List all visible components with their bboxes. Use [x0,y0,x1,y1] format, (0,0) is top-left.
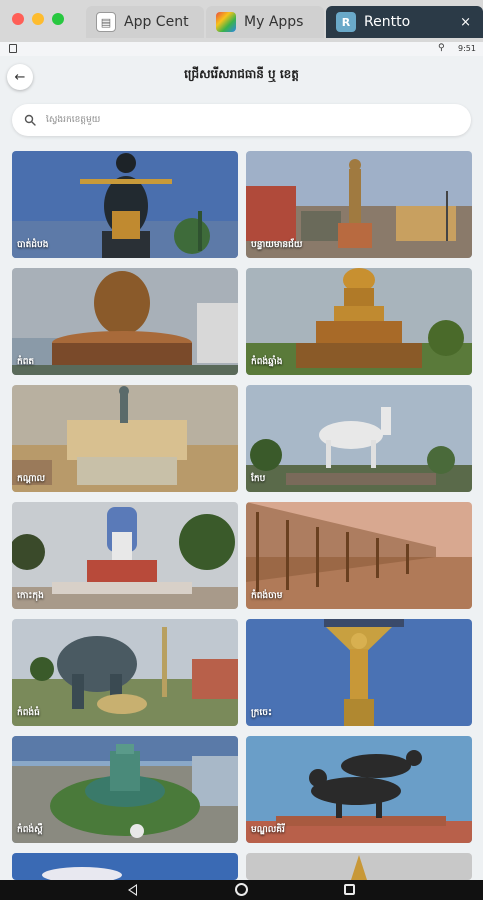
province-label: កំពង់ចាម [251,591,283,601]
province-label: កំពង់ស្ពឺ [17,825,43,835]
province-photo [12,502,238,609]
tab-label: My Apps [244,14,304,30]
tab-app-center[interactable]: ▤ App Cent [86,6,204,38]
province-label: កំពង់ឆ្នាំង [251,357,283,367]
province-card-kampot[interactable]: កំពត [12,268,238,375]
page-title: ជ្រើសរើសរាជធានី ឬ ខេត្ត [184,67,299,81]
province-label: កំពត [17,357,35,367]
province-photo [246,853,472,880]
province-card-kampong-cham[interactable]: កំពង់ចាម [246,502,472,609]
tab-label: App Cent [124,14,189,30]
province-card-battambang[interactable]: បាត់ដំបង [12,151,238,258]
window-titlebar: ▤ App Cent My Apps R Rentto × [0,0,483,42]
province-label: មណ្ឌលគិរី [251,825,285,835]
search-input[interactable] [46,115,446,125]
province-card-banteay-meanchey[interactable]: បន្ទាយមានជ័យ [246,151,472,258]
status-time: 9:51 [458,44,476,53]
nav-recents-icon[interactable] [344,884,355,895]
province-card-kep[interactable]: កែប [246,385,472,492]
rentto-icon: R [336,12,356,32]
nav-back-icon[interactable] [128,884,137,896]
province-label: បាត់ដំបង [17,240,49,250]
my-apps-icon [216,12,236,32]
province-photo [12,619,238,726]
province-card-mondulkiri[interactable]: មណ្ឌលគិរី [246,736,472,843]
province-photo [12,736,238,843]
province-label: ក្រចេះ [251,708,272,718]
app-center-icon: ▤ [96,12,116,32]
close-tab-button[interactable]: × [460,15,471,30]
province-card-partial[interactable] [246,853,472,880]
province-photo [12,385,238,492]
province-card-kratie[interactable]: ក្រចេះ [246,619,472,726]
status-bar: ⚲ 9:51 [0,42,483,56]
province-card-partial[interactable] [12,853,238,880]
province-label: កែប [251,474,266,484]
province-card-kampong-thom[interactable]: កំពង់ធំ [12,619,238,726]
province-photo [12,853,238,880]
search-icon [24,114,36,126]
minimize-window-button[interactable] [32,13,44,25]
province-photo [12,268,238,375]
province-photo [246,385,472,492]
province-card-kampong-speu[interactable]: កំពង់ស្ពឺ [12,736,238,843]
nav-home-icon[interactable] [235,883,248,896]
back-button[interactable]: ← [7,64,33,90]
close-window-button[interactable] [12,13,24,25]
province-card-kampong-chhnang[interactable]: កំពង់ឆ្នាំង [246,268,472,375]
tab-rentto[interactable]: R Rentto × [326,6,483,38]
location-pin-icon: ⚲ [438,43,445,53]
search-bar[interactable] [12,104,471,136]
province-label: កោះកុង [17,591,44,601]
android-nav-bar [0,880,483,900]
province-card-koh-kong[interactable]: កោះកុង [12,502,238,609]
arrow-left-icon: ← [14,69,26,85]
zoom-window-button[interactable] [52,13,64,25]
tab-my-apps[interactable]: My Apps [206,6,324,38]
province-photo [246,619,472,726]
province-label: កណ្តាល [17,474,46,484]
province-label: កំពង់ធំ [17,708,40,718]
province-label: បន្ទាយមានជ័យ [251,240,303,250]
tab-label: Rentto [364,14,411,30]
province-card-kandal[interactable]: កណ្តាល [12,385,238,492]
notification-icon [9,44,17,53]
